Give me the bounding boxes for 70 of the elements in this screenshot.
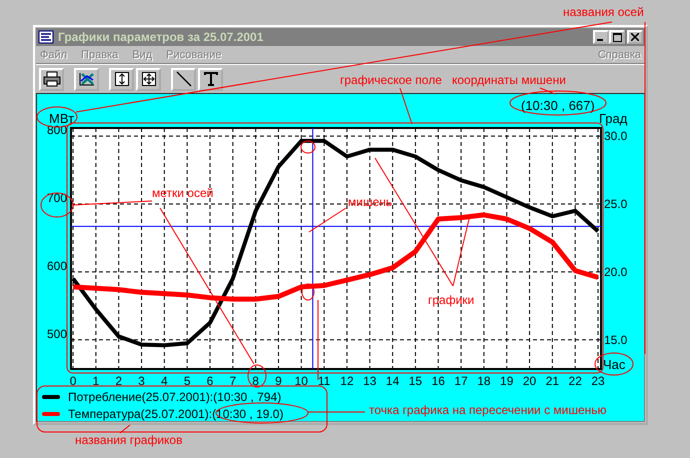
x-tick-label: 18 — [477, 374, 491, 388]
x-tick-label: 20 — [522, 374, 536, 388]
x-tick-label: 16 — [432, 374, 445, 388]
leader-line — [120, 424, 130, 434]
window-title: Графики параметров за 25.07.2001 — [58, 30, 264, 44]
move-button[interactable] — [136, 68, 161, 90]
x-tick-label: 19 — [500, 374, 514, 388]
y-tick-label: 600 — [46, 258, 67, 273]
callout-label: координаты мишени — [452, 73, 566, 87]
highlight-ellipse — [248, 364, 266, 388]
chart-cross-icon — [78, 71, 96, 87]
x-tick-label: 12 — [340, 374, 354, 388]
highlight-ellipse — [594, 352, 634, 376]
text-tool-icon — [202, 71, 218, 87]
x-tick-label: 0 — [70, 374, 76, 388]
callout-label: названия осей — [563, 5, 644, 19]
callout-label: названия графиков — [75, 433, 182, 447]
y-tick-label: 500 — [46, 326, 67, 341]
y-tick-label: 20.0 — [604, 264, 628, 279]
x-tick-label: 22 — [568, 374, 582, 388]
print-button[interactable] — [39, 68, 64, 90]
x-tick-label: 2 — [115, 374, 122, 388]
x-tick-label: 7 — [229, 374, 236, 388]
callout-label: мишень — [348, 195, 392, 209]
target-coordinates: (10:30 , 667) — [521, 98, 595, 113]
y-tick-label: 30.0 — [604, 129, 628, 144]
x-tick-label: 14 — [386, 374, 400, 388]
highlight-ellipse — [36, 106, 78, 128]
maximize-icon — [612, 32, 622, 42]
callout-label: точка графика на пересечении с мишенью — [369, 403, 607, 417]
y-axis-title: МВт — [49, 111, 74, 126]
chart-tool-button[interactable] — [74, 68, 99, 90]
highlight-ellipse — [302, 284, 314, 300]
maximize-button[interactable] — [609, 30, 625, 44]
x-tick-label: 3 — [138, 374, 145, 388]
y-tick-label: 25.0 — [604, 197, 628, 212]
line-tool-button[interactable] — [171, 68, 196, 90]
x-tick-label: 6 — [206, 374, 214, 388]
vertical-scale-button[interactable] — [109, 68, 134, 90]
y-tick-label: 700 — [46, 191, 67, 206]
app-icon — [38, 30, 54, 44]
x-tick-label: 8 — [252, 374, 259, 388]
x-tick-label: 21 — [546, 374, 560, 388]
text-tool-button[interactable] — [198, 68, 223, 90]
x-tick-label: 10 — [294, 374, 308, 388]
y-axis-title: Град — [599, 111, 628, 126]
x-tick-label: 9 — [275, 374, 282, 388]
x-axis-title: Час — [603, 357, 626, 372]
four-way-arrow-icon — [142, 72, 156, 86]
line-icon — [176, 71, 192, 87]
x-tick-label: 13 — [363, 374, 376, 388]
printer-icon — [42, 71, 60, 87]
highlight-ellipse — [300, 140, 316, 154]
x-tick-label: 1 — [92, 374, 100, 388]
callout-label: графики — [428, 293, 474, 307]
x-tick-label: 11 — [318, 374, 330, 388]
x-tick-label: 15 — [408, 374, 422, 388]
x-tick-label: 17 — [454, 374, 468, 388]
x-tick-label: 4 — [161, 374, 168, 388]
close-icon — [631, 33, 639, 41]
x-tick-label: 5 — [184, 374, 191, 388]
callout-label: метки осей — [152, 186, 214, 200]
legend-label: Потребление(25.07.2001):(10:30 , 794) — [68, 390, 282, 404]
highlight-ellipse — [40, 192, 74, 218]
close-button[interactable] — [627, 30, 643, 44]
y-tick-label: 15.0 — [604, 332, 628, 347]
x-tick-label: 23 — [591, 374, 605, 388]
leader-line — [308, 208, 346, 232]
callout-label: графическое поле — [340, 73, 442, 87]
minimize-button[interactable] — [593, 30, 609, 44]
